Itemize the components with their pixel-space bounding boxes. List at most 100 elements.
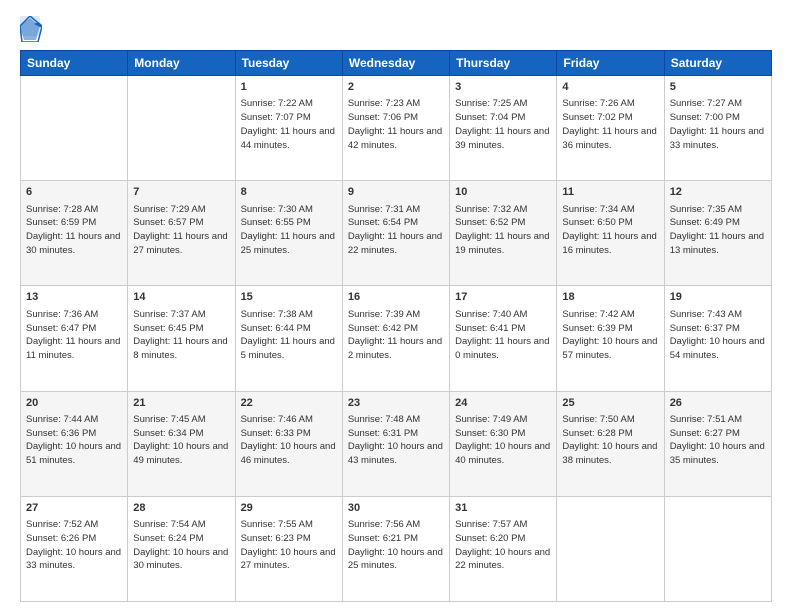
calendar-cell: 24 Sunrise: 7:49 AM Sunset: 6:30 PM Dayli…	[450, 391, 557, 496]
day-number: 20	[26, 396, 122, 411]
day-info: Sunrise: 7:29 AM Sunset: 6:57 PM Dayligh…	[133, 203, 229, 258]
day-info: Sunrise: 7:55 AM Sunset: 6:23 PM Dayligh…	[241, 518, 337, 573]
calendar-cell: 18 Sunrise: 7:42 AM Sunset: 6:39 PM Dayli…	[557, 286, 664, 391]
day-number: 4	[562, 80, 658, 95]
calendar-table: SundayMondayTuesdayWednesdayThursdayFrid…	[20, 50, 772, 602]
day-number: 28	[133, 501, 229, 516]
day-info: Sunrise: 7:35 AM Sunset: 6:49 PM Dayligh…	[670, 203, 766, 258]
calendar-cell	[664, 496, 771, 601]
calendar-cell: 9 Sunrise: 7:31 AM Sunset: 6:54 PM Daylig…	[342, 181, 449, 286]
weekday-header-wednesday: Wednesday	[342, 51, 449, 76]
day-info: Sunrise: 7:56 AM Sunset: 6:21 PM Dayligh…	[348, 518, 444, 573]
day-number: 7	[133, 185, 229, 200]
calendar-cell: 10Sunrise: 7:32 AM Sunset: 6:52 PM Dayli…	[450, 181, 557, 286]
calendar-cell: 5 Sunrise: 7:27 AM Sunset: 7:00 PM Daylig…	[664, 76, 771, 181]
day-info: Sunrise: 7:40 AM Sunset: 6:41 PM Dayligh…	[455, 308, 551, 363]
day-info: Sunrise: 7:44 AM Sunset: 6:36 PM Dayligh…	[26, 413, 122, 468]
calendar-cell: 21Sunrise: 7:45 AM Sunset: 6:34 PM Dayli…	[128, 391, 235, 496]
calendar-cell: 15 Sunrise: 7:38 AM Sunset: 6:44 PM Dayli…	[235, 286, 342, 391]
calendar-cell: 30 Sunrise: 7:56 AM Sunset: 6:21 PM Dayli…	[342, 496, 449, 601]
day-number: 15	[241, 290, 337, 305]
day-number: 11	[562, 185, 658, 200]
day-number: 17	[455, 290, 551, 305]
day-number: 9	[348, 185, 444, 200]
calendar-cell: 8 Sunrise: 7:30 AM Sunset: 6:55 PM Daylig…	[235, 181, 342, 286]
day-number: 8	[241, 185, 337, 200]
calendar-cell: 6 Sunrise: 7:28 AM Sunset: 6:59 PM Daylig…	[21, 181, 128, 286]
day-info: Sunrise: 7:54 AM Sunset: 6:24 PM Dayligh…	[133, 518, 229, 573]
day-number: 16	[348, 290, 444, 305]
day-number: 24	[455, 396, 551, 411]
calendar-cell: 20 Sunrise: 7:44 AM Sunset: 6:36 PM Dayli…	[21, 391, 128, 496]
week-row-4: 20 Sunrise: 7:44 AM Sunset: 6:36 PM Dayli…	[21, 391, 772, 496]
day-number: 18	[562, 290, 658, 305]
logo-icon	[20, 16, 42, 42]
calendar-cell: 7 Sunrise: 7:29 AM Sunset: 6:57 PM Daylig…	[128, 181, 235, 286]
calendar-cell: 27 Sunrise: 7:52 AM Sunset: 6:26 PM Dayli…	[21, 496, 128, 601]
day-number: 3	[455, 80, 551, 95]
calendar-cell: 31Sunrise: 7:57 AM Sunset: 6:20 PM Dayli…	[450, 496, 557, 601]
day-info: Sunrise: 7:48 AM Sunset: 6:31 PM Dayligh…	[348, 413, 444, 468]
calendar-cell: 2 Sunrise: 7:23 AM Sunset: 7:06 PM Daylig…	[342, 76, 449, 181]
day-number: 30	[348, 501, 444, 516]
day-info: Sunrise: 7:30 AM Sunset: 6:55 PM Dayligh…	[241, 203, 337, 258]
calendar-header-row: SundayMondayTuesdayWednesdayThursdayFrid…	[21, 51, 772, 76]
calendar-cell: 29 Sunrise: 7:55 AM Sunset: 6:23 PM Dayli…	[235, 496, 342, 601]
calendar-cell: 22 Sunrise: 7:46 AM Sunset: 6:33 PM Dayli…	[235, 391, 342, 496]
day-info: Sunrise: 7:50 AM Sunset: 6:28 PM Dayligh…	[562, 413, 658, 468]
week-row-1: 1Sunrise: 7:22 AM Sunset: 7:07 PM Daylig…	[21, 76, 772, 181]
calendar-cell	[557, 496, 664, 601]
calendar-cell: 28 Sunrise: 7:54 AM Sunset: 6:24 PM Dayli…	[128, 496, 235, 601]
day-number: 6	[26, 185, 122, 200]
day-number: 26	[670, 396, 766, 411]
calendar-cell: 26 Sunrise: 7:51 AM Sunset: 6:27 PM Dayli…	[664, 391, 771, 496]
calendar-cell: 13Sunrise: 7:36 AM Sunset: 6:47 PM Dayli…	[21, 286, 128, 391]
day-number: 21	[133, 396, 229, 411]
day-number: 14	[133, 290, 229, 305]
calendar-cell: 1Sunrise: 7:22 AM Sunset: 7:07 PM Daylig…	[235, 76, 342, 181]
day-info: Sunrise: 7:38 AM Sunset: 6:44 PM Dayligh…	[241, 308, 337, 363]
calendar-cell: 14Sunrise: 7:37 AM Sunset: 6:45 PM Dayli…	[128, 286, 235, 391]
week-row-5: 27 Sunrise: 7:52 AM Sunset: 6:26 PM Dayli…	[21, 496, 772, 601]
calendar-cell: 17 Sunrise: 7:40 AM Sunset: 6:41 PM Dayli…	[450, 286, 557, 391]
logo	[20, 16, 46, 42]
day-info: Sunrise: 7:22 AM Sunset: 7:07 PM Dayligh…	[241, 97, 337, 152]
calendar-cell: 12 Sunrise: 7:35 AM Sunset: 6:49 PM Dayli…	[664, 181, 771, 286]
day-number: 12	[670, 185, 766, 200]
day-number: 29	[241, 501, 337, 516]
calendar-cell: 23Sunrise: 7:48 AM Sunset: 6:31 PM Dayli…	[342, 391, 449, 496]
day-number: 31	[455, 501, 551, 516]
day-info: Sunrise: 7:23 AM Sunset: 7:06 PM Dayligh…	[348, 97, 444, 152]
week-row-3: 13Sunrise: 7:36 AM Sunset: 6:47 PM Dayli…	[21, 286, 772, 391]
day-number: 27	[26, 501, 122, 516]
header	[20, 16, 772, 42]
day-info: Sunrise: 7:27 AM Sunset: 7:00 PM Dayligh…	[670, 97, 766, 152]
day-info: Sunrise: 7:39 AM Sunset: 6:42 PM Dayligh…	[348, 308, 444, 363]
weekday-header-sunday: Sunday	[21, 51, 128, 76]
day-number: 22	[241, 396, 337, 411]
day-number: 13	[26, 290, 122, 305]
day-info: Sunrise: 7:32 AM Sunset: 6:52 PM Dayligh…	[455, 203, 551, 258]
day-info: Sunrise: 7:31 AM Sunset: 6:54 PM Dayligh…	[348, 203, 444, 258]
calendar-cell: 19 Sunrise: 7:43 AM Sunset: 6:37 PM Dayli…	[664, 286, 771, 391]
page: SundayMondayTuesdayWednesdayThursdayFrid…	[0, 0, 792, 612]
day-number: 19	[670, 290, 766, 305]
day-info: Sunrise: 7:28 AM Sunset: 6:59 PM Dayligh…	[26, 203, 122, 258]
day-number: 2	[348, 80, 444, 95]
calendar-cell	[128, 76, 235, 181]
day-info: Sunrise: 7:49 AM Sunset: 6:30 PM Dayligh…	[455, 413, 551, 468]
day-info: Sunrise: 7:46 AM Sunset: 6:33 PM Dayligh…	[241, 413, 337, 468]
day-info: Sunrise: 7:43 AM Sunset: 6:37 PM Dayligh…	[670, 308, 766, 363]
calendar-cell: 4Sunrise: 7:26 AM Sunset: 7:02 PM Daylig…	[557, 76, 664, 181]
day-info: Sunrise: 7:25 AM Sunset: 7:04 PM Dayligh…	[455, 97, 551, 152]
day-info: Sunrise: 7:52 AM Sunset: 6:26 PM Dayligh…	[26, 518, 122, 573]
weekday-header-tuesday: Tuesday	[235, 51, 342, 76]
calendar-cell: 16 Sunrise: 7:39 AM Sunset: 6:42 PM Dayli…	[342, 286, 449, 391]
calendar-cell: 25 Sunrise: 7:50 AM Sunset: 6:28 PM Dayli…	[557, 391, 664, 496]
day-info: Sunrise: 7:51 AM Sunset: 6:27 PM Dayligh…	[670, 413, 766, 468]
day-number: 5	[670, 80, 766, 95]
day-number: 25	[562, 396, 658, 411]
weekday-header-saturday: Saturday	[664, 51, 771, 76]
day-info: Sunrise: 7:42 AM Sunset: 6:39 PM Dayligh…	[562, 308, 658, 363]
weekday-header-thursday: Thursday	[450, 51, 557, 76]
